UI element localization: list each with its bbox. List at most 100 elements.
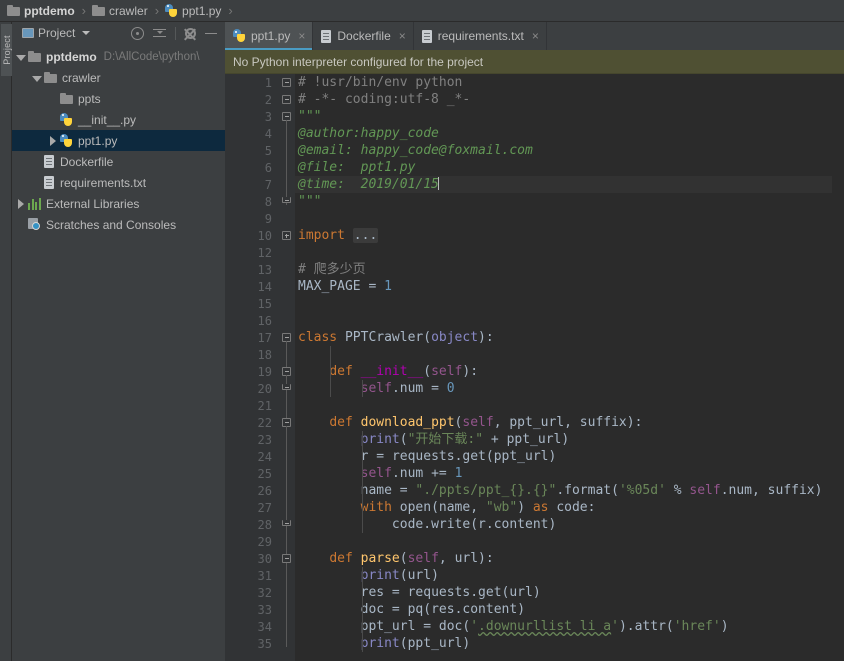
folder-icon bbox=[28, 51, 41, 62]
line-number: 24 bbox=[257, 449, 272, 464]
text-file-icon bbox=[44, 176, 55, 189]
fold-region-line bbox=[286, 426, 287, 528]
tree-node-label: ppt1.py bbox=[78, 133, 118, 148]
breadcrumb-item-pptdemo[interactable]: pptdemo bbox=[6, 0, 76, 22]
pycharm-window: pptdemo › crawler › ppt1.py › Project Pr… bbox=[0, 0, 844, 661]
line-number: 3 bbox=[264, 109, 272, 124]
tree-node-label: ppts bbox=[78, 91, 101, 106]
line-number-gutter[interactable]: 1 2 3 4 5 6 7 8 9 10 12 13 14 15 16 17 18 19 20 21 22 23 24 25 2… bbox=[225, 74, 279, 661]
tree-node-ppts[interactable]: ppts bbox=[12, 88, 225, 109]
fold-marker-init-end[interactable] bbox=[282, 384, 291, 390]
chevron-down-icon[interactable] bbox=[16, 52, 26, 62]
editor-scrollbar[interactable] bbox=[832, 74, 844, 661]
tool-window-left-strip: Project bbox=[0, 22, 13, 661]
editor-tab-ppt1-py[interactable]: ppt1.py × bbox=[225, 22, 314, 50]
project-toolbar bbox=[131, 26, 221, 40]
tree-node-requirements-txt[interactable]: requirements.txt bbox=[12, 172, 225, 193]
breadcrumb-separator-icon: › bbox=[81, 3, 87, 18]
fold-marker-line1[interactable] bbox=[282, 78, 291, 87]
folder-icon bbox=[7, 5, 20, 16]
line-number: 10 bbox=[257, 228, 272, 243]
tree-node-label: Dockerfile bbox=[60, 154, 114, 169]
tree-node-ppt1-py[interactable]: ppt1.py bbox=[12, 130, 225, 151]
tree-node-scratches-and-consoles[interactable]: Scratches and Consoles bbox=[12, 214, 225, 235]
close-icon[interactable]: × bbox=[532, 30, 539, 42]
tree-node--init-py[interactable]: __init__.py bbox=[12, 109, 225, 130]
locate-icon[interactable] bbox=[131, 26, 144, 40]
code-folding-gutter[interactable] bbox=[279, 74, 295, 661]
code-line: print(url) bbox=[360, 568, 439, 583]
code-line: name = "./ppts/ppt_{}.{}".format('%05d' … bbox=[360, 483, 823, 498]
line-number: 31 bbox=[257, 568, 272, 583]
editor-tab-dockerfile[interactable]: Dockerfile × bbox=[313, 22, 414, 50]
tree-node-label: pptdemo bbox=[46, 49, 97, 64]
code-line: # 爬多少页 bbox=[298, 262, 366, 277]
editor-tab-requirements-txt[interactable]: requirements.txt × bbox=[414, 22, 547, 50]
line-number: 20 bbox=[257, 381, 272, 396]
code-line: print(ppt_url) bbox=[360, 636, 471, 651]
code-line: # !usr/bin/env python bbox=[298, 75, 463, 90]
code-line: @time: 2019/01/15 bbox=[295, 176, 844, 193]
collapse-all-icon[interactable] bbox=[153, 27, 166, 40]
line-number: 30 bbox=[257, 551, 272, 566]
line-number: 15 bbox=[257, 296, 272, 311]
indent-guide bbox=[362, 380, 363, 397]
chevron-right-icon[interactable] bbox=[48, 135, 58, 146]
text-file-icon bbox=[321, 29, 332, 43]
tree-node-external-libraries[interactable]: External Libraries bbox=[12, 193, 225, 214]
code-line: @email: happy_code@foxmail.com bbox=[298, 143, 533, 158]
line-number: 33 bbox=[257, 602, 272, 617]
project-tree: pptdemo D:\AllCode\python\ crawler ppts __in… bbox=[12, 44, 225, 235]
line-number: 4 bbox=[264, 126, 272, 141]
chevron-down-icon[interactable] bbox=[32, 73, 42, 83]
line-number: 28 bbox=[257, 517, 272, 532]
editor-tab-bar: ppt1.py × Dockerfile × requirements.txt × bbox=[225, 22, 844, 50]
tree-node-crawler[interactable]: crawler bbox=[12, 67, 225, 88]
code-line: code.write(r.content) bbox=[391, 517, 557, 532]
code-view: 1 2 3 4 5 6 7 8 9 10 12 13 14 15 16 17 18 19 20 21 22 23 24 25 2… bbox=[225, 74, 844, 661]
line-number: 27 bbox=[257, 500, 272, 515]
chevron-right-icon[interactable] bbox=[16, 198, 26, 209]
text-file-icon bbox=[421, 29, 433, 43]
python-file-icon bbox=[165, 3, 178, 18]
fold-marker-import-collapsed[interactable] bbox=[282, 231, 291, 240]
tree-node-label: External Libraries bbox=[46, 196, 140, 211]
python-file-icon bbox=[233, 29, 246, 43]
fold-marker-line2[interactable] bbox=[282, 95, 291, 104]
breadcrumb: pptdemo › crawler › ppt1.py › bbox=[0, 0, 844, 22]
editor-tab-label: Dockerfile bbox=[337, 29, 391, 43]
breadcrumb-separator-icon: › bbox=[154, 3, 160, 18]
code-line: res = requests.get(url) bbox=[360, 585, 541, 600]
breadcrumb-label: pptdemo bbox=[24, 3, 75, 18]
code-text-area[interactable]: # !usr/bin/env python # -*- coding:utf-8 … bbox=[295, 74, 844, 661]
folder-icon bbox=[60, 93, 73, 104]
close-icon[interactable]: × bbox=[399, 30, 406, 42]
code-line: self.num += 1 bbox=[360, 466, 463, 481]
line-number: 34 bbox=[257, 619, 272, 634]
close-icon[interactable]: × bbox=[298, 30, 305, 42]
minimize-icon[interactable] bbox=[205, 27, 218, 40]
gear-icon[interactable] bbox=[185, 28, 196, 39]
code-line: import ... bbox=[298, 228, 379, 243]
project-view-selector[interactable]: Project bbox=[18, 25, 94, 41]
code-line: class PPTCrawler(object): bbox=[298, 330, 494, 345]
breadcrumb-item-ppt1py[interactable]: ppt1.py bbox=[164, 0, 222, 22]
project-tool-window: Project pptdemo D:\AllCode\python\ crawler… bbox=[12, 22, 225, 661]
indent-guide bbox=[362, 431, 363, 533]
breadcrumb-item-crawler[interactable]: crawler bbox=[91, 0, 149, 22]
project-title: Project bbox=[38, 26, 76, 40]
fold-marker-download-ppt-end[interactable] bbox=[282, 520, 291, 526]
library-icon bbox=[28, 197, 41, 210]
line-number: 26 bbox=[257, 483, 272, 498]
line-number: 5 bbox=[264, 143, 272, 158]
tree-node-dockerfile[interactable]: Dockerfile bbox=[12, 151, 225, 172]
fold-marker-parse[interactable] bbox=[282, 554, 291, 563]
line-number: 17 bbox=[257, 330, 272, 345]
chevron-down-icon bbox=[82, 31, 91, 35]
interpreter-warning-banner[interactable]: No Python interpreter configured for the… bbox=[225, 50, 844, 74]
tree-node-pptdemo[interactable]: pptdemo D:\AllCode\python\ bbox=[12, 46, 225, 67]
fold-marker-docstring-end[interactable] bbox=[282, 197, 291, 203]
